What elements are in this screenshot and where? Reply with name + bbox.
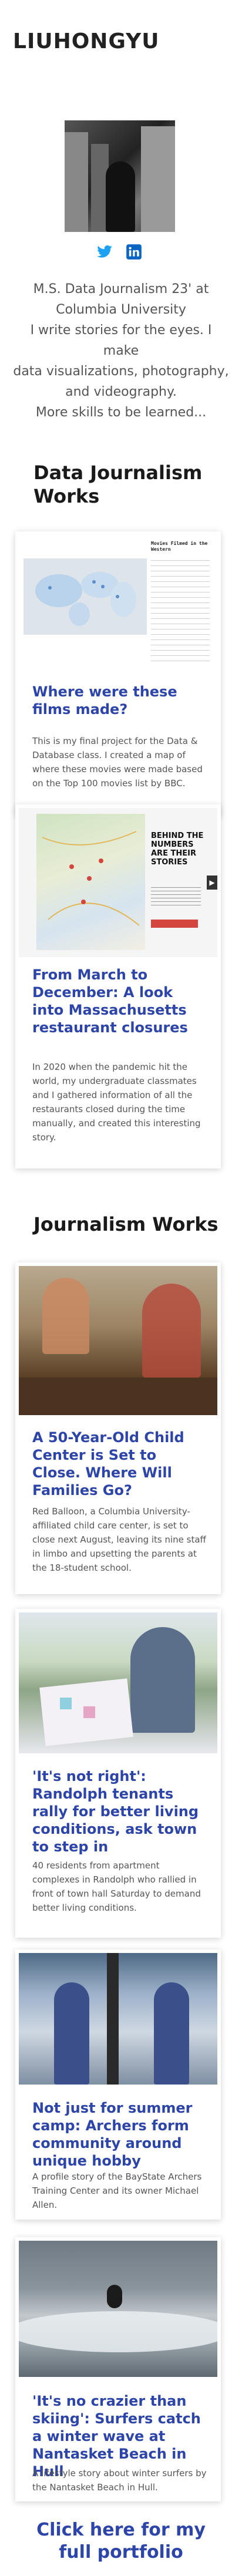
card-description: This is my final project for the Data & … — [32, 736, 203, 789]
profile-photo — [65, 120, 175, 232]
surfers-photo — [19, 2241, 217, 2377]
bio-line: data visualizations, photography, — [13, 364, 229, 379]
restaurant-thumbnail: BEHIND THE NUMBERS ARE THEIR STORIES ▶ — [19, 808, 217, 957]
bio-line: I write stories for the eyes. I make — [30, 323, 212, 358]
social-links — [96, 244, 142, 260]
child-center-photo — [19, 1266, 217, 1415]
card-title[interactable]: Where were these films made? — [32, 683, 209, 718]
bio-line: Columbia University — [56, 302, 186, 317]
card-description: A profile story of the BayState Archers … — [32, 2171, 202, 2210]
linkedin-icon[interactable] — [126, 244, 142, 260]
story-card-archers[interactable]: Not just for summer camp: Archers form c… — [15, 1949, 221, 2220]
card-description: A lifestyle story about winter surfers b… — [32, 2468, 207, 2493]
archers-photo — [19, 1953, 217, 2085]
card-title[interactable]: A 50-Year-Old Child Center is Set to Clo… — [32, 1429, 209, 1499]
bio-line: M.S. Data Journalism 23' at — [33, 282, 209, 297]
bio-line: More skills to be learned... — [35, 405, 207, 420]
story-card-child-center[interactable]: A 50-Year-Old Child Center is Set to Clo… — [15, 1262, 221, 1594]
site-title[interactable]: LIUHONGYU — [13, 29, 160, 53]
card-description: In 2020 when the pandemic hit the world,… — [32, 1062, 201, 1143]
randolph-rally-photo — [19, 1612, 217, 1753]
project-card-films-map[interactable]: Movies Filmed in the Western Where were … — [15, 531, 221, 816]
story-card-surfers[interactable]: 'It's no crazier than skiing': Surfers c… — [15, 2237, 221, 2501]
card-description: 40 residents from apartment complexes in… — [32, 1860, 201, 1913]
card-title[interactable]: Not just for summer camp: Archers form c… — [32, 2099, 209, 2170]
bio-line: and videography. — [65, 385, 177, 399]
map-thumbnail-heading: Movies Filmed in the Western — [151, 541, 208, 552]
project-card-restaurant-closures[interactable]: BEHIND THE NUMBERS ARE THEIR STORIES ▶ F… — [15, 804, 221, 1169]
section-heading-journalism: Journalism Works — [33, 1213, 219, 1235]
twitter-icon[interactable] — [96, 244, 113, 260]
card-title[interactable]: 'It's not right': Randolph tenants rally… — [32, 1767, 209, 1856]
map-thumbnail: Movies Filmed in the Western — [19, 535, 217, 672]
bio: M.S. Data Journalism 23' at Columbia Uni… — [12, 279, 230, 423]
card-description: Red Balloon, a Columbia University-affil… — [32, 1506, 206, 1573]
carousel-next-icon[interactable]: ▶ — [207, 875, 217, 890]
full-portfolio-link[interactable]: Click here for my full portfolio — [23, 2519, 219, 2564]
card-title[interactable]: From March to December: A look into Mass… — [32, 966, 209, 1036]
story-card-randolph-tenants[interactable]: 'It's not right': Randolph tenants rally… — [15, 1609, 221, 1938]
section-heading-data-journalism: Data Journalism Works — [33, 462, 203, 507]
restaurant-thumbnail-heading: BEHIND THE NUMBERS ARE THEIR STORIES — [151, 831, 204, 867]
